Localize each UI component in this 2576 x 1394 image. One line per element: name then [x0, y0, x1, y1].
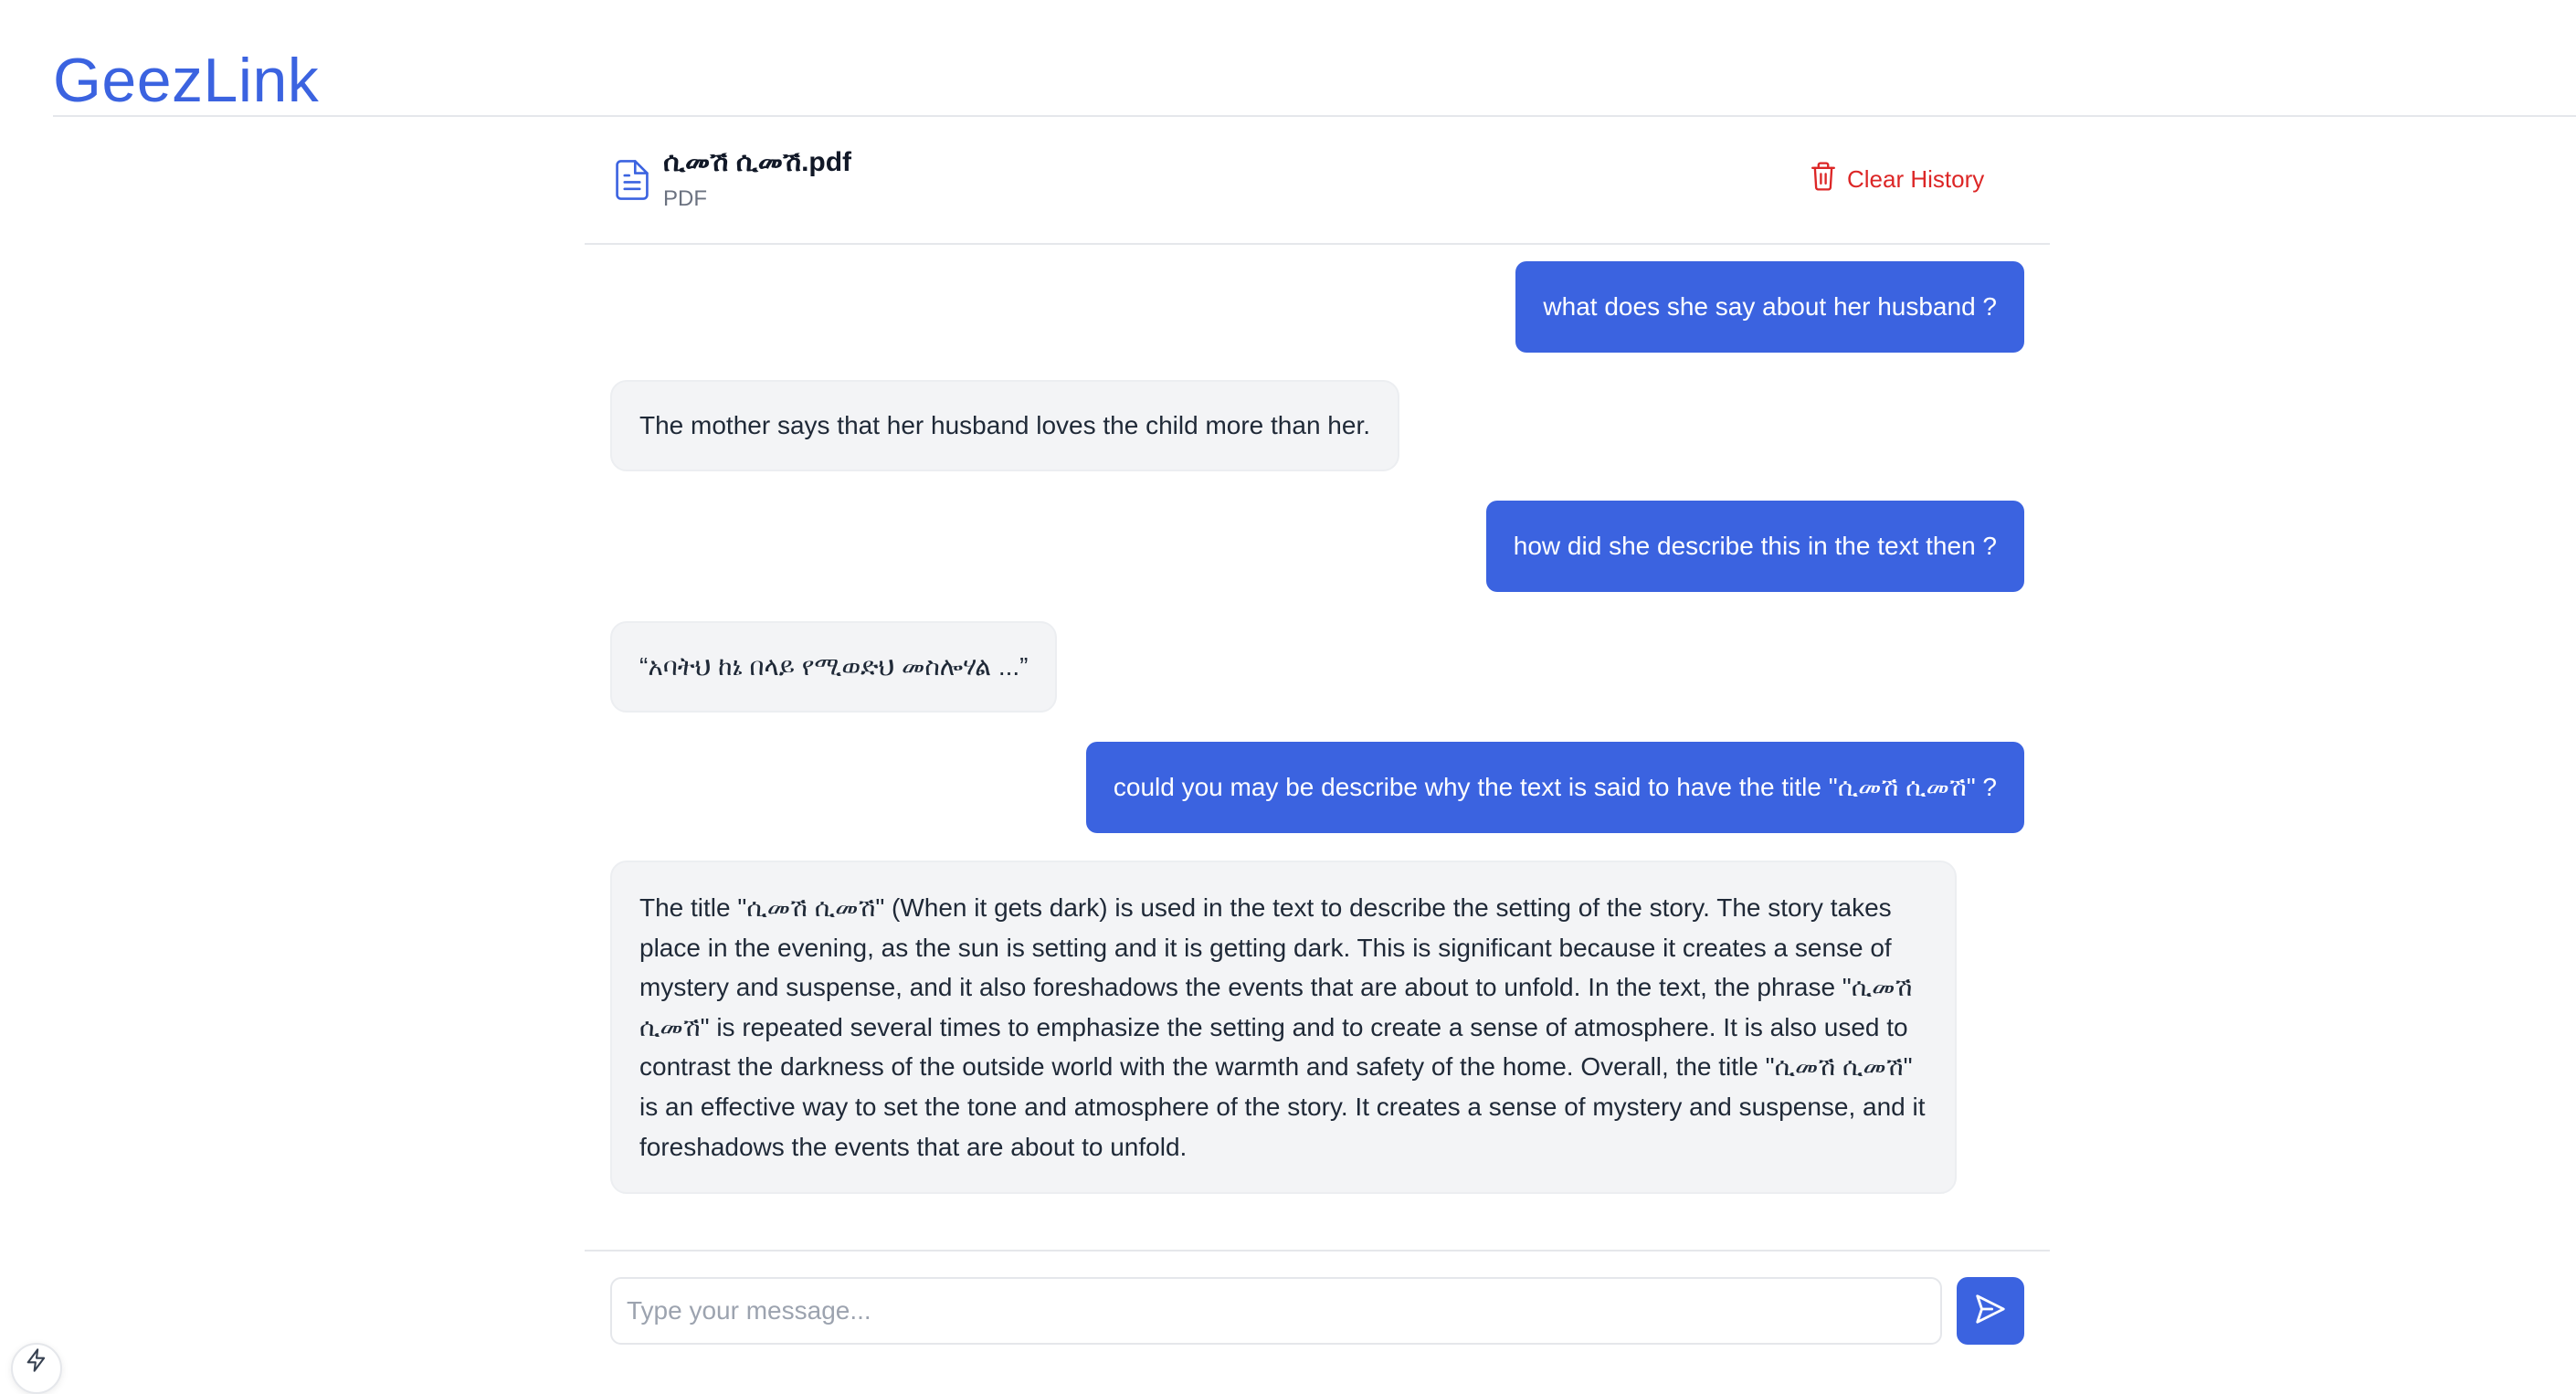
- assistant-message: The title "ሲመሽ ሲመሽ" (When it gets dark) …: [610, 861, 1957, 1195]
- quick-action-button[interactable]: [11, 1343, 62, 1394]
- bolt-icon: [24, 1347, 49, 1378]
- send-icon: [1973, 1292, 2008, 1331]
- assistant-message: The mother says that her husband loves t…: [610, 380, 1400, 471]
- send-button[interactable]: [1957, 1277, 2024, 1345]
- document-type: PDF: [663, 186, 707, 211]
- chat-panel: ሲመሽ ሲመሽ.pdf PDF Clear History what does …: [585, 122, 2050, 1370]
- clear-history-button[interactable]: Clear History: [1809, 159, 1984, 199]
- app-title: GeezLink: [53, 46, 320, 115]
- document-header: ሲመሽ ሲመሽ.pdf PDF Clear History: [585, 122, 2050, 245]
- assistant-message: “አባትህ ከኔ በላይ የሚወድህ መስሎሃል ...”: [610, 621, 1058, 713]
- user-message: how did she describe this in the text th…: [1485, 501, 2024, 592]
- message-input[interactable]: [610, 1277, 1942, 1345]
- file-text-icon: [614, 159, 650, 201]
- clear-history-label: Clear History: [1847, 164, 1985, 193]
- document-name: ሲመሽ ሲመሽ.pdf: [663, 147, 852, 177]
- user-message: could you may be describe why the text i…: [1085, 742, 2024, 833]
- composer-divider: [585, 1250, 2050, 1251]
- user-message: what does she say about her husband ?: [1515, 261, 2024, 353]
- trash-icon: [1809, 161, 1838, 198]
- header-divider: [53, 115, 2576, 117]
